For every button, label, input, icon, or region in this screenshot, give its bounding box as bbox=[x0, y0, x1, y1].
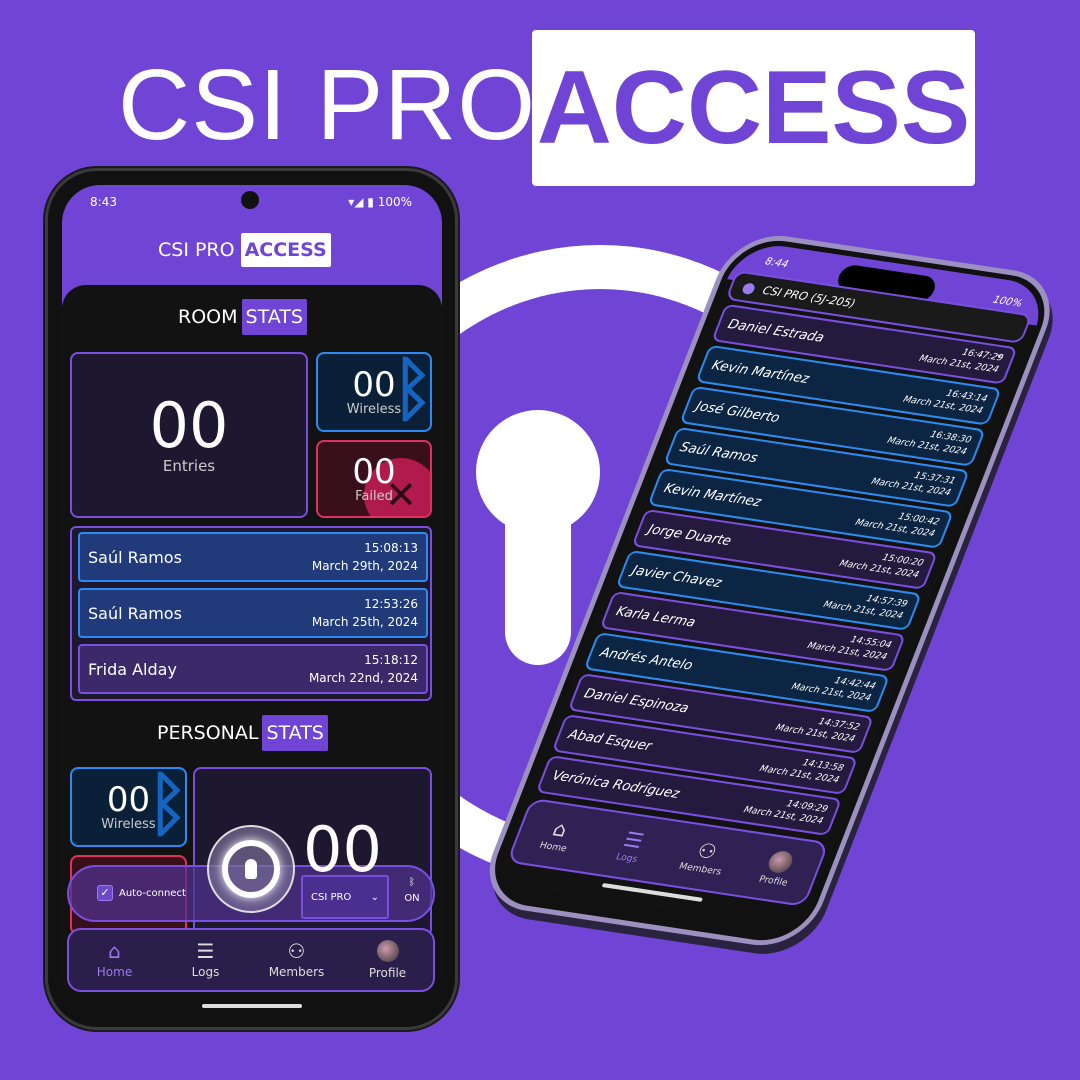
entry-date: March 29th, 2024 bbox=[311, 559, 418, 573]
nav-label: Profile bbox=[757, 874, 790, 889]
room-stats-heading: ROOM STATS bbox=[178, 299, 307, 335]
nav-label: Members bbox=[677, 861, 723, 878]
log-name: Verónica Rodríguez bbox=[550, 767, 682, 802]
entry-name: Saúl Ramos bbox=[88, 547, 182, 567]
entry-time: 15:18:12 bbox=[364, 653, 418, 667]
android-screen: 8:43 ▾◢ ▮ 100% CSI PRO ACCESS ROOM STATS 0… bbox=[62, 185, 442, 1015]
personal-wireless-card[interactable]: ᛒ 00 Wireless bbox=[70, 767, 187, 847]
entry-name: Frida Alday bbox=[88, 659, 177, 679]
nav-members[interactable]: ⚇ Members bbox=[251, 930, 342, 990]
avatar bbox=[376, 940, 399, 962]
entry-name: Saúl Ramos bbox=[88, 603, 182, 623]
location-pin-icon: ⬤ bbox=[740, 280, 758, 295]
nav-home[interactable]: ⌂ Home bbox=[69, 930, 160, 990]
camera-cutout bbox=[241, 191, 259, 209]
heading-a: ROOM bbox=[178, 306, 238, 328]
chevron-down-icon: ⌄ bbox=[370, 891, 379, 903]
log-name: Jorge Duarte bbox=[645, 521, 734, 549]
keyhole-logo-stem bbox=[505, 480, 571, 665]
bluetooth-icon: ᛒ bbox=[392, 352, 432, 430]
nav-label: Home bbox=[96, 965, 133, 979]
entry-date: March 22nd, 2024 bbox=[308, 671, 418, 685]
list-item[interactable]: Saúl Ramos 12:53:26 March 25th, 2024 bbox=[78, 588, 428, 638]
entry-time: 12:53:26 bbox=[364, 597, 418, 611]
wifi-icon: ▾◢ ▮ bbox=[348, 195, 378, 209]
log-name: Kevin Martínez bbox=[709, 357, 812, 387]
bluetooth-state: ON bbox=[404, 893, 420, 904]
bluetooth-icon: ᛒ bbox=[147, 767, 187, 845]
home-icon: ⌂ bbox=[549, 816, 572, 842]
hero-title: CSI PRO bbox=[118, 49, 537, 161]
location-label: CSI PRO (5J-205) bbox=[760, 283, 858, 310]
heading-b: STATS bbox=[262, 715, 328, 751]
home-icon: ⌂ bbox=[108, 939, 121, 963]
app-title: CSI PRO ACCESS bbox=[158, 233, 331, 267]
status-icons: ▾◢ ▮ 100% bbox=[348, 195, 412, 209]
entries-label: Entries bbox=[162, 457, 216, 475]
personal-stats-heading: PERSONAL STATS bbox=[157, 715, 328, 751]
entries-value: 00 bbox=[149, 389, 229, 462]
status-time: 8:43 bbox=[90, 195, 117, 209]
check-icon: ✓ bbox=[97, 885, 113, 901]
app-title-b: ACCESS bbox=[240, 233, 331, 267]
failed-card[interactable]: ✕ 00 Failed bbox=[316, 440, 432, 518]
battery-level: 100% bbox=[377, 195, 412, 209]
log-name: Abad Esquer bbox=[566, 726, 655, 754]
list-icon: ☰ bbox=[196, 939, 215, 963]
failed-value: 00 bbox=[352, 451, 396, 492]
entry-time: 15:08:13 bbox=[364, 541, 418, 555]
bottom-nav: ⌂ Home ☰ Logs ⚇ Members Profile bbox=[67, 928, 435, 992]
users-icon: ⚇ bbox=[693, 837, 721, 865]
log-name: Daniel Espinoza bbox=[581, 685, 692, 716]
nav-logs[interactable]: ☰ Logs bbox=[160, 930, 251, 990]
auto-connect-label: Auto-connect bbox=[119, 887, 186, 899]
home-indicator bbox=[202, 1004, 302, 1008]
entries-value: 00 bbox=[303, 813, 382, 886]
heading-a: PERSONAL bbox=[157, 722, 259, 744]
list-item[interactable]: Saúl Ramos 15:08:13 March 29th, 2024 bbox=[78, 532, 428, 582]
wireless-label: Wireless bbox=[101, 816, 156, 832]
auto-connect-checkbox[interactable]: ✓ Auto-connect bbox=[97, 885, 186, 901]
log-name: Javier Chavez bbox=[629, 562, 724, 591]
nav-label: Members bbox=[268, 965, 325, 979]
list-icon: ☰ bbox=[620, 826, 648, 854]
bluetooth-icon: ᛒ bbox=[409, 877, 415, 888]
entries-card[interactable]: 00 Entries bbox=[70, 352, 308, 518]
nav-label: Logs bbox=[614, 852, 639, 866]
entry-date: March 25th, 2024 bbox=[311, 615, 418, 629]
keyhole-icon bbox=[222, 840, 280, 898]
nav-label: Home bbox=[537, 840, 569, 855]
recent-entries-list: Saúl Ramos 15:08:13 March 29th, 2024 Saúl … bbox=[70, 526, 432, 701]
heading-b: STATS bbox=[241, 299, 307, 335]
app-title-a: CSI PRO bbox=[158, 239, 235, 261]
wireless-value: 00 bbox=[106, 779, 151, 820]
nav-label: Logs bbox=[191, 965, 220, 979]
nav-profile[interactable]: Profile bbox=[342, 930, 433, 990]
wireless-label: Wireless bbox=[346, 401, 402, 417]
room-select-value: CSI PRO bbox=[311, 891, 352, 903]
log-name: Andrés Antelo bbox=[597, 644, 696, 674]
list-item[interactable]: Frida Alday 15:18:12 March 22nd, 2024 bbox=[78, 644, 428, 694]
failed-label: Failed bbox=[355, 488, 393, 504]
log-name: Karla Lerma bbox=[613, 603, 698, 631]
log-name: Daniel Estrada bbox=[725, 316, 827, 346]
wireless-card[interactable]: ᛒ 00 Wireless bbox=[316, 352, 432, 432]
wireless-value: 00 bbox=[352, 364, 396, 405]
unlock-button[interactable] bbox=[207, 825, 295, 913]
bluetooth-toggle[interactable]: ᛒ ON bbox=[395, 875, 429, 919]
avatar bbox=[765, 849, 796, 875]
hero-title-highlight: ACCESS bbox=[532, 30, 975, 186]
users-icon: ⚇ bbox=[287, 939, 306, 963]
nav-label: Profile bbox=[368, 966, 407, 980]
log-name: Saúl Ramos bbox=[677, 439, 761, 466]
log-name: José Gilberto bbox=[693, 398, 783, 426]
log-name: Kevin Martínez bbox=[661, 480, 764, 510]
